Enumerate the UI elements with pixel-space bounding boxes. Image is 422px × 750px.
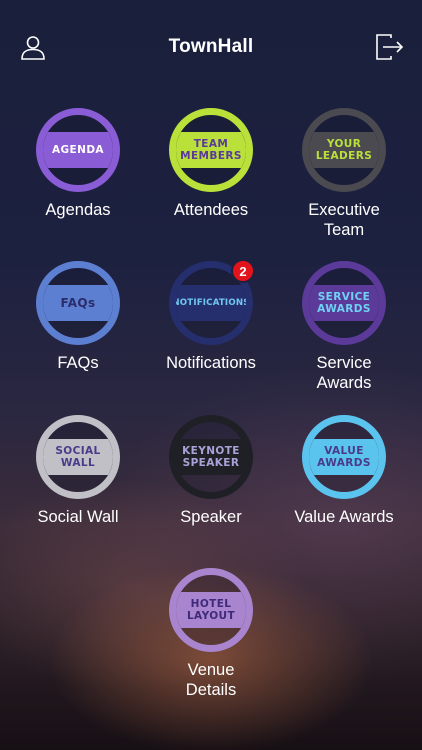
badge-text-line1: AGENDA [52,144,104,156]
menu-tile-attendees[interactable]: TEAM MEMBERS Attendees [146,108,276,220]
badge-band: SOCIAL WALL [43,439,113,475]
badge-band: FAQs [43,285,113,321]
badge-text-line2: WALL [60,457,96,469]
menu-tile-label: Social Wall [37,508,119,526]
badge-ring: VALUE AWARDS [302,415,386,499]
badge-text-line1: NOTIFICATIONS [172,298,250,308]
badge-ring: YOUR LEADERS [302,108,386,192]
menu-tile-social-wall[interactable]: SOCIAL WALL Social Wall [13,415,143,527]
menu-tile-speaker[interactable]: KEYNOTE SPEAKER Speaker [146,415,276,527]
badge-text-line1: VALUE [324,445,364,457]
badge-band: SERVICE AWARDS [309,285,379,321]
badge-icon: HOTEL LAYOUT [169,568,253,652]
badge-icon: FAQs [36,261,120,345]
badge-ring: SOCIAL WALL [36,415,120,499]
menu-tile-label: Venue Details [185,661,237,699]
badge-text-line2: MEMBERS [180,150,242,162]
menu-tile-value-awards[interactable]: VALUE AWARDS Value Awards [279,415,409,527]
menu-grid: AGENDA Agendas TEAM MEMBERS Attendees YOUR LEA… [0,0,422,750]
menu-tile-label: FAQs [57,354,99,372]
badge-ring: HOTEL LAYOUT [169,568,253,652]
badge-band: AGENDA [43,132,113,168]
badge-text-line2: AWARDS [317,303,371,315]
badge-band: HOTEL LAYOUT [176,592,246,628]
badge-text-line1: TEAM [193,138,229,150]
badge-ring: AGENDA [36,108,120,192]
badge-icon: YOUR LEADERS [302,108,386,192]
badge-icon: KEYNOTE SPEAKER [169,415,253,499]
menu-tile-notifications[interactable]: NOTIFICATIONS 2 Notifications [146,259,276,373]
menu-tile-service-awards[interactable]: SERVICE AWARDS Service Awards [279,261,409,393]
badge-band: VALUE AWARDS [309,439,379,475]
menu-tile-executive-team[interactable]: YOUR LEADERS Executive Team [279,108,409,240]
menu-tile-label: Executive Team [308,201,380,239]
menu-tile-label: Notifications [166,354,256,372]
badge-text-line2: LAYOUT [186,610,236,622]
badge-text-line1: SOCIAL [55,445,101,457]
badge-text-line1: HOTEL [190,598,232,610]
badge-band: NOTIFICATIONS [172,285,250,321]
menu-tile-label: Speaker [180,508,242,526]
menu-tile-label: Attendees [173,201,249,219]
menu-tile-agendas[interactable]: AGENDA Agendas [13,108,143,220]
badge-text-line1: KEYNOTE [182,445,240,457]
badge-text-line2: LEADERS [315,150,373,162]
menu-tile-label: Service Awards [316,354,372,392]
notification-count-badge: 2 [231,259,255,283]
badge-ring: SERVICE AWARDS [302,261,386,345]
menu-tile-faqs[interactable]: FAQs FAQs [13,261,143,373]
badge-text-line1: SERVICE [317,291,371,303]
badge-band: YOUR LEADERS [309,132,379,168]
badge-text-line1: YOUR [326,138,362,150]
badge-band: TEAM MEMBERS [176,132,246,168]
badge-ring: FAQs [36,261,120,345]
badge-text-line1: FAQs [60,296,96,310]
badge-text-line2: SPEAKER [182,457,240,469]
badge-icon: SERVICE AWARDS [302,261,386,345]
badge-icon: VALUE AWARDS [302,415,386,499]
badge-icon: SOCIAL WALL [36,415,120,499]
badge-text-line2: AWARDS [317,457,371,469]
badge-ring: KEYNOTE SPEAKER [169,415,253,499]
badge-icon: AGENDA [36,108,120,192]
badge-ring: TEAM MEMBERS [169,108,253,192]
badge-icon: NOTIFICATIONS 2 [169,259,255,345]
badge-band: KEYNOTE SPEAKER [176,439,246,475]
menu-tile-label: Value Awards [294,508,394,526]
badge-icon: TEAM MEMBERS [169,108,253,192]
menu-tile-label: Agendas [45,201,111,219]
menu-tile-venue-details[interactable]: HOTEL LAYOUT Venue Details [146,568,276,700]
